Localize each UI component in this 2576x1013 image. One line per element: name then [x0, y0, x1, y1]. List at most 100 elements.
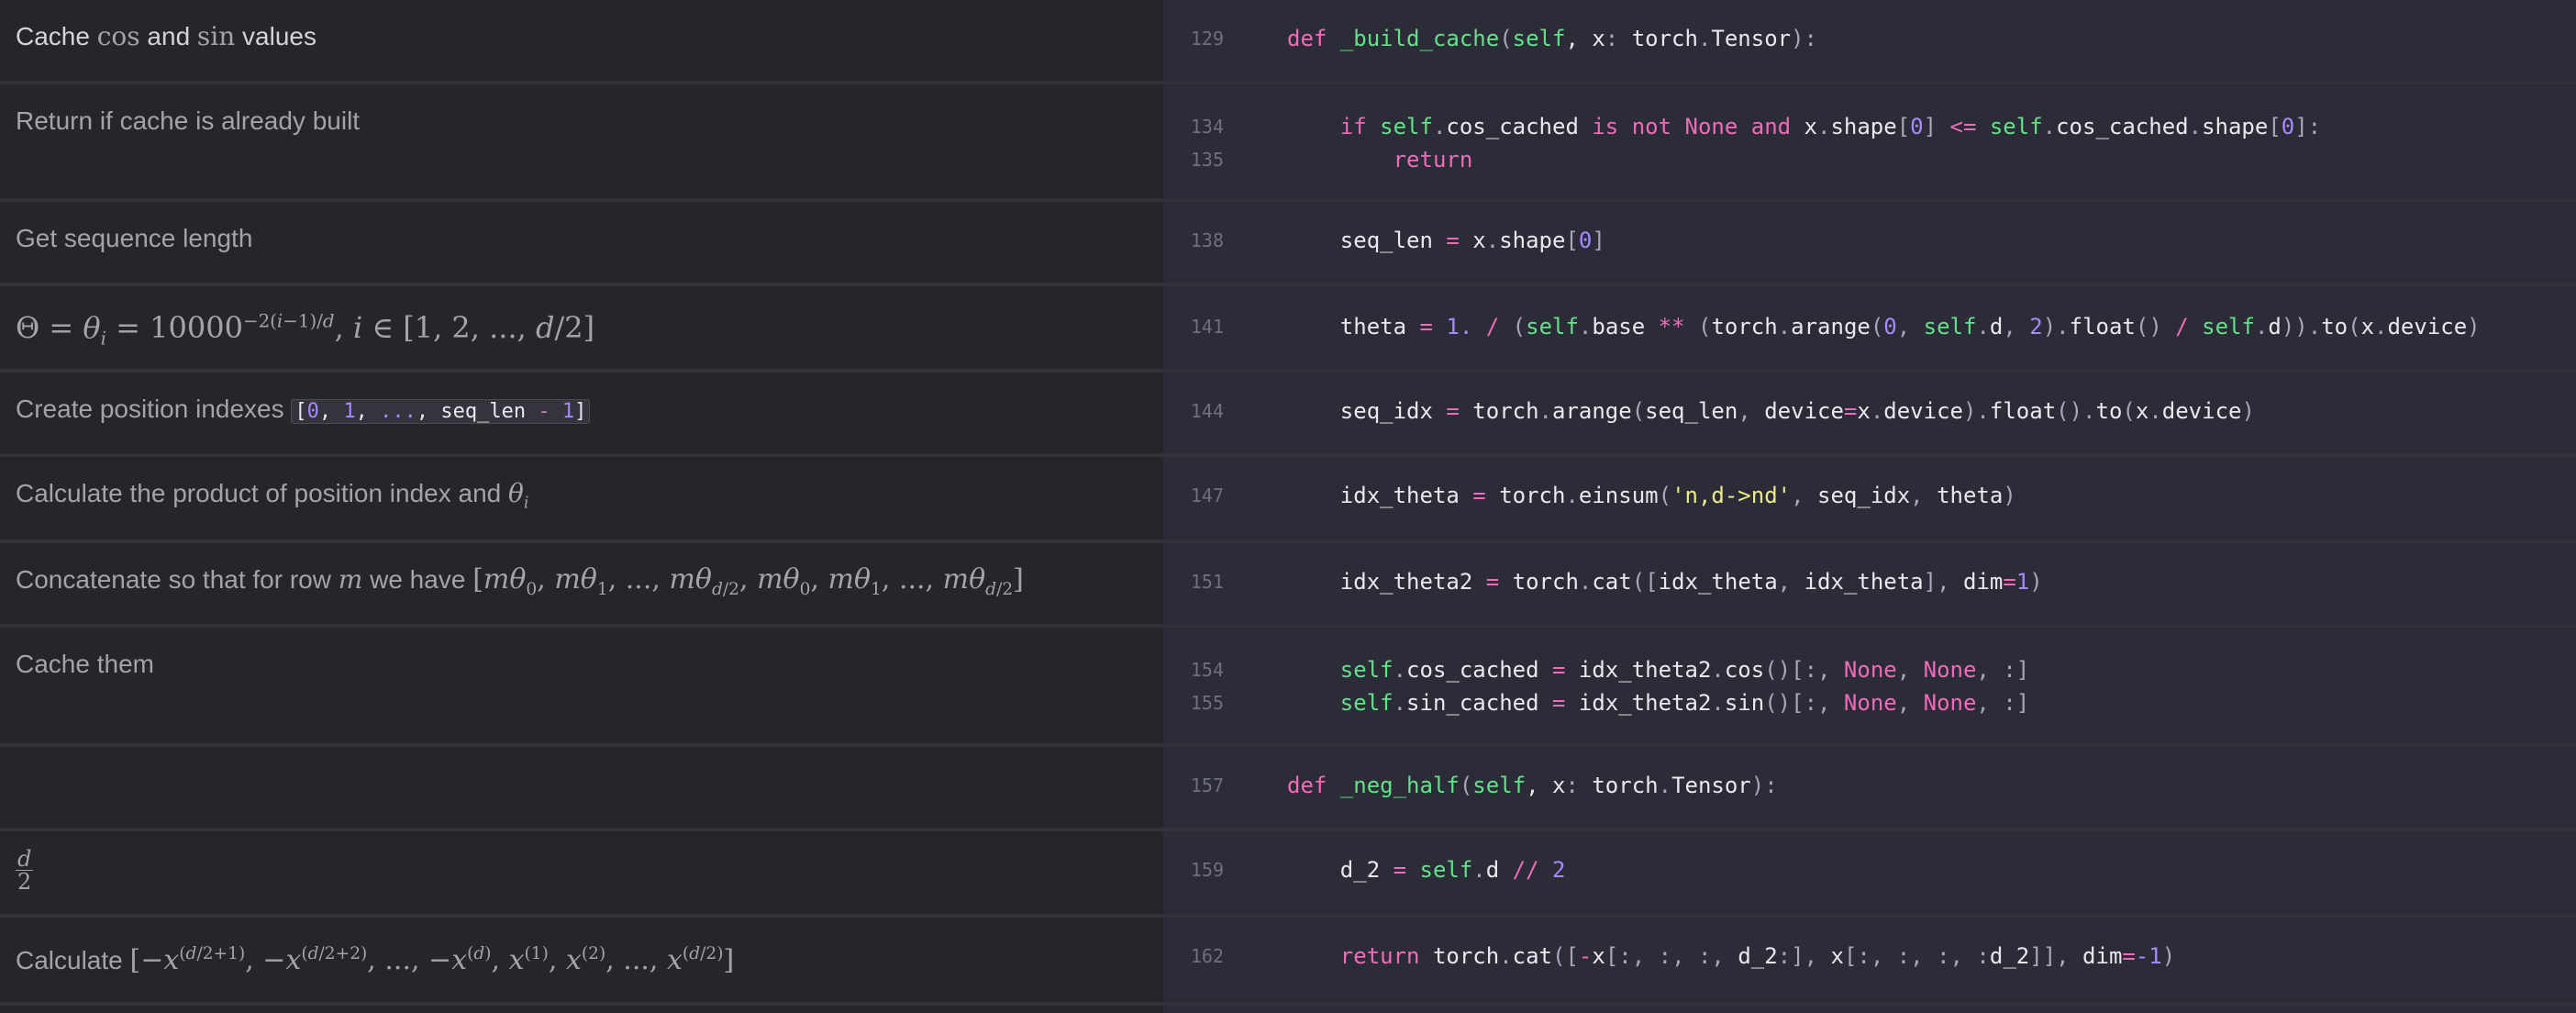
code-token: None: [1843, 657, 1897, 683]
d-over-2: d2: [16, 846, 34, 895]
code-token: shape: [1830, 114, 1897, 139]
code-token: x: [1592, 943, 1605, 969]
code-token: base: [1592, 314, 1659, 340]
code-cell: 147 idx_theta = torch.einsum('n,d->nd', …: [1163, 457, 2576, 541]
section-row: Concatenate so that for row m we have [m…: [0, 543, 2576, 628]
code-token: self: [1380, 114, 1433, 139]
code-token: einsum: [1578, 483, 1659, 508]
code-token: .: [1393, 657, 1407, 683]
code-text: seq_idx = torch.arange(seq_len, device=x…: [1287, 398, 2255, 424]
code-token: x: [1472, 228, 1486, 253]
code-token: (: [1870, 314, 1884, 340]
line-number: 159: [1190, 859, 1224, 881]
code-token: idx_theta2: [1578, 690, 1712, 716]
code-text: def _neg_half(self, x: torch.Tensor):: [1287, 773, 1778, 798]
code-token: torch: [1432, 943, 1500, 969]
doc-cell: Get sequence length: [0, 202, 1163, 284]
doc-text: Return if cache is already built: [16, 106, 361, 135]
code-token: ,: [1738, 398, 1765, 424]
code-token: =: [2122, 943, 2136, 969]
code-token: x: [2135, 398, 2149, 424]
code-token: torch: [1512, 569, 1579, 595]
code-token: idx_theta2: [1287, 569, 1486, 595]
code-token: .: [2188, 114, 2203, 139]
code-token: , :]: [1976, 690, 2030, 716]
code-token: ).: [1962, 398, 1990, 424]
code-token: None: [1923, 657, 1977, 683]
code-token: =: [1843, 398, 1858, 424]
code-token: self: [1472, 773, 1527, 798]
code-token: x: [1857, 398, 1871, 424]
code-token: .: [1817, 114, 1831, 139]
section-row: d2 159 d_2 = self.d // 2: [0, 831, 2576, 918]
code-token: None: [1843, 690, 1897, 716]
code-line: 144 seq_idx = torch.arange(seq_len, devi…: [1163, 395, 2576, 428]
code-token: ,: [1896, 314, 1924, 340]
code-token: torch: [1711, 314, 1778, 340]
code-token: .: [1499, 943, 1513, 969]
code-token: ()[:,: [1764, 657, 1844, 683]
code-token: (: [2348, 314, 2361, 340]
code-token: =: [1552, 657, 1579, 683]
code-token: /: [2161, 314, 2203, 340]
m-var: m: [338, 564, 363, 595]
section-row: Cache cos and sin values 129 def _build_c…: [0, 0, 2576, 84]
code-token: (: [1631, 398, 1646, 424]
code-token: d_2: [1989, 943, 2030, 969]
code-token: .: [1976, 314, 1990, 340]
code-cell: 138 seq_len = x.shape[0]: [1163, 202, 2576, 284]
code-token: (: [1658, 483, 1672, 508]
code-token: .: [1393, 690, 1407, 716]
doc-cell: Return if cache is already built: [0, 84, 1163, 200]
code-token: cat: [1512, 943, 1553, 969]
line-number: 138: [1190, 229, 1224, 251]
code-line: 151 idx_theta2 = torch.cat([idx_theta, i…: [1163, 565, 2576, 598]
doc-text: Calculate the product of position index …: [16, 479, 502, 507]
line-number: 147: [1190, 484, 1224, 506]
code-token: 0: [1883, 314, 1897, 340]
code-token: .: [1432, 114, 1447, 139]
code-token: =: [1446, 228, 1473, 253]
code-token: .: [1538, 398, 1552, 424]
theta-i: θi: [508, 478, 529, 513]
code-token: theta: [1287, 314, 1420, 340]
code-token: ().: [2056, 398, 2096, 424]
code-token: self: [1419, 857, 1473, 883]
code-token: ):: [1791, 26, 1818, 51]
section-row: Return if cache is already built 134 if …: [0, 84, 2576, 202]
code-line: 138 seq_len = x.shape[0]: [1163, 224, 2576, 257]
code-line: 129 def _build_cache(self, x: torch.Tenso…: [1163, 22, 2576, 55]
code-token: (: [1512, 314, 1527, 340]
code-token: .: [2042, 114, 2057, 139]
code-token: self: [2202, 314, 2255, 340]
code-token: =: [1552, 690, 1579, 716]
code-token: 0: [1910, 114, 1924, 139]
code-text: def _build_cache(self, x: torch.Tensor):: [1287, 26, 1817, 51]
code-token: d: [1485, 857, 1513, 883]
code-line: 157 def _neg_half(self, x: torch.Tensor):: [1163, 769, 2576, 802]
code-token: //: [1512, 857, 1553, 883]
code-cell: 141 theta = 1. / (self.base ** (torch.ar…: [1163, 286, 2576, 371]
code-token: cos_cached: [1406, 657, 1552, 683]
code-token: ): [2161, 943, 2176, 969]
doc-cell: [0, 747, 1163, 829]
code-token: self: [1512, 26, 1566, 51]
code-token: **: [1658, 314, 1698, 340]
code-line: 162 return torch.cat([-x[:, :, :, d_2:],…: [1163, 940, 2576, 973]
code-token: d: [2268, 314, 2282, 340]
code-token: _build_cache: [1339, 26, 1500, 51]
code-token: ()[:,: [1764, 690, 1844, 716]
code-token: seq_len: [1287, 228, 1447, 253]
code-token: idx_theta2: [1578, 657, 1712, 683]
code-token: None: [1923, 690, 1977, 716]
neg-half-formula: [−x(d/2+1), −x(d/2+2), ..., −x(d), x(1),…: [129, 944, 735, 976]
code-text: return torch.cat([-x[:, :, :, d_2:], x[:…: [1287, 943, 2175, 969]
code-text: d_2 = self.d // 2: [1287, 857, 1566, 883]
code-token: to: [2095, 398, 2123, 424]
code-token: ]: [1923, 114, 1938, 139]
code-token: [: [1896, 114, 1911, 139]
code-token: device: [1764, 398, 1844, 424]
code-token: )).: [2281, 314, 2322, 340]
